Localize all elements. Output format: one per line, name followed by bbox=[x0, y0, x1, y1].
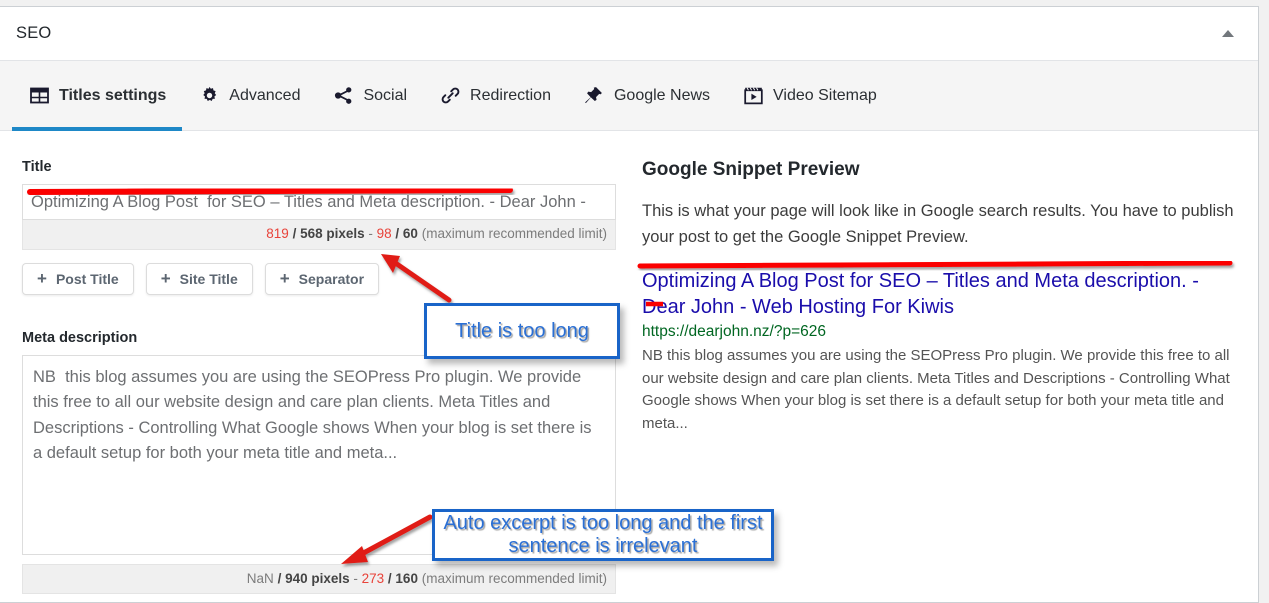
tab-google-news[interactable]: Google News bbox=[567, 61, 726, 130]
title-limit: 60 bbox=[402, 226, 418, 241]
tab-redirection[interactable]: Redirection bbox=[423, 61, 567, 130]
metabox-header: SEO bbox=[0, 7, 1258, 61]
meta-dash: - bbox=[349, 570, 362, 586]
title-dash: - bbox=[364, 226, 377, 241]
annotation-callout-excerpt: Auto excerpt is too long and the first s… bbox=[432, 509, 774, 561]
title-slash: / bbox=[391, 226, 403, 241]
toggle-panel-button[interactable] bbox=[1208, 7, 1248, 60]
title-counter: 819 / 568 pixels - 98 / 60 (maximum reco… bbox=[22, 220, 616, 250]
tab-label: Social bbox=[363, 86, 408, 104]
title-tag-buttons: + Post Title + Site Title + Separator bbox=[22, 262, 636, 295]
snippet-preview-heading: Google Snippet Preview bbox=[642, 159, 860, 180]
tab-advanced[interactable]: Advanced bbox=[182, 61, 316, 130]
title-char-count: 819 bbox=[266, 226, 289, 241]
snippet-result-description: NB this blog assumes you are using the S… bbox=[642, 347, 1230, 432]
meta-limit: 160 bbox=[395, 570, 418, 586]
meta-counter: NaN / 940 pixels - 273 / 160 (maximum re… bbox=[22, 563, 616, 595]
tab-social[interactable]: Social bbox=[316, 61, 423, 130]
plus-icon: + bbox=[160, 269, 171, 289]
tab-label: Advanced bbox=[229, 86, 301, 104]
tab-label: Video Sitemap bbox=[773, 86, 877, 104]
tab-titles-settings[interactable]: Titles settings bbox=[12, 61, 183, 131]
meta-pixel-count: 940 pixels bbox=[285, 570, 350, 586]
meta-slash: / bbox=[384, 570, 396, 586]
gear-icon bbox=[198, 85, 220, 107]
title-pixel-count: 568 pixels bbox=[300, 226, 365, 241]
button-label: Separator bbox=[298, 270, 365, 287]
meta-char-count: NaN bbox=[246, 570, 274, 586]
button-label: Site Title bbox=[179, 270, 238, 287]
plus-icon: + bbox=[279, 269, 290, 289]
title-field-label: Title bbox=[22, 159, 52, 175]
add-separator-button[interactable]: + Separator bbox=[264, 262, 380, 295]
page-title: SEO bbox=[16, 24, 52, 42]
pin-icon bbox=[583, 85, 605, 107]
snippet-result-url: https://dearjohn.nz/?p=626 bbox=[642, 323, 826, 341]
share-icon bbox=[332, 85, 354, 107]
title-limit-note: (maximum recommended limit) bbox=[417, 226, 607, 241]
annotation-callout-title: Title is too long bbox=[424, 303, 620, 359]
link-icon bbox=[439, 85, 461, 107]
title-input[interactable] bbox=[22, 184, 616, 220]
add-post-title-button[interactable]: + Post Title bbox=[22, 262, 134, 295]
title-current-len: 98 bbox=[376, 226, 392, 241]
video-clip-icon bbox=[742, 85, 764, 107]
tab-label: Redirection bbox=[470, 86, 551, 104]
table-icon bbox=[28, 85, 50, 107]
button-label: Post Title bbox=[55, 270, 119, 287]
tab-bar: Titles settings Advanced Social Redirect… bbox=[0, 61, 1258, 131]
meta-limit-note: (maximum recommended limit) bbox=[417, 570, 607, 586]
tab-label: Google News bbox=[613, 86, 711, 104]
plus-icon: + bbox=[37, 269, 47, 289]
add-site-title-button[interactable]: + Site Title bbox=[145, 262, 253, 295]
title-sep1: / bbox=[288, 226, 301, 241]
tab-video-sitemap[interactable]: Video Sitemap bbox=[726, 61, 893, 130]
triangle-up-icon bbox=[1222, 30, 1234, 37]
tab-label: Titles settings bbox=[59, 86, 167, 104]
meta-sep1: / bbox=[273, 570, 286, 586]
meta-current-len: 273 bbox=[361, 570, 385, 586]
snippet-preview-intro: This is what your page will look like in… bbox=[642, 202, 1234, 246]
snippet-result-title[interactable]: Optimizing A Blog Post for SEO – Titles … bbox=[642, 268, 1242, 320]
